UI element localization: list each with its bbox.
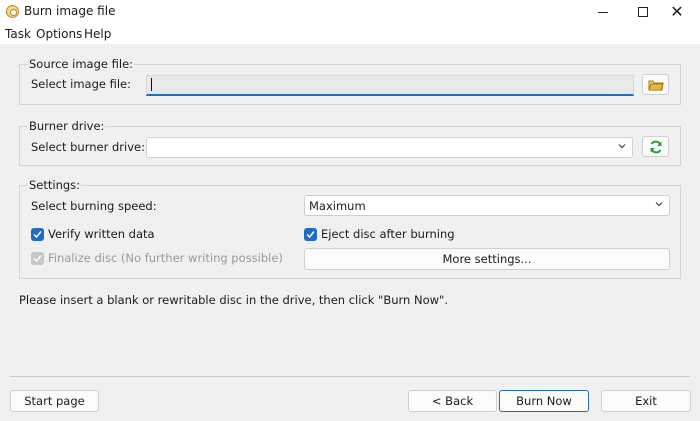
burn-now-button[interactable]: Burn Now <box>499 390 589 412</box>
title-bar: Burn image file ✕ <box>0 0 700 24</box>
close-icon: ✕ <box>670 2 684 21</box>
chevron-down-icon <box>618 144 626 149</box>
browse-image-button[interactable] <box>642 74 669 95</box>
start-page-button[interactable]: Start page <box>10 390 99 412</box>
finalize-disc-label: Finalize disc (No further writing possib… <box>48 251 283 265</box>
finalize-disc-checkbox: Finalize disc (No further writing possib… <box>31 251 283 265</box>
burning-speed-label: Select burning speed: <box>31 199 157 213</box>
close-button[interactable]: ✕ <box>654 0 700 24</box>
source-group-title: Source image file: <box>28 57 135 71</box>
folder-icon <box>647 80 664 90</box>
minimize-icon <box>598 11 608 13</box>
checkmark-icon <box>306 230 315 238</box>
checkbox-checked[interactable] <box>304 227 317 241</box>
back-button[interactable]: < Back <box>408 390 497 412</box>
burner-drive-select[interactable] <box>146 137 633 158</box>
eject-disc-label: Eject disc after burning <box>321 227 455 241</box>
checkmark-icon <box>33 254 42 262</box>
source-image-group: Source image file: Select image file: <box>19 57 681 105</box>
select-burner-label: Select burner drive: <box>31 140 145 154</box>
maximize-icon <box>638 7 648 17</box>
exit-button[interactable]: Exit <box>601 390 691 412</box>
footer-divider <box>10 376 690 377</box>
text-caret <box>151 78 152 91</box>
verify-data-label: Verify written data <box>48 227 155 241</box>
window-title: Burn image file <box>24 4 116 18</box>
chevron-down-icon <box>655 202 663 207</box>
verify-data-checkbox[interactable]: Verify written data <box>31 227 155 241</box>
image-file-input[interactable] <box>146 75 634 96</box>
eject-disc-checkbox[interactable]: Eject disc after burning <box>304 227 455 241</box>
disc-app-icon <box>6 5 19 18</box>
burner-group-title: Burner drive: <box>28 119 106 133</box>
menu-bar: Task Options Help <box>0 24 700 44</box>
checkbox-checked[interactable] <box>31 227 44 241</box>
menu-options[interactable]: Options <box>36 27 82 41</box>
menu-help[interactable]: Help <box>84 27 111 41</box>
burning-speed-value: Maximum <box>309 199 366 213</box>
burner-drive-group: Burner drive: Select burner drive: <box>19 119 681 166</box>
select-image-label: Select image file: <box>31 77 131 91</box>
more-settings-button[interactable]: More settings... <box>304 248 670 270</box>
settings-group-title: Settings: <box>28 178 82 192</box>
status-message: Please insert a blank or rewritable disc… <box>19 293 448 307</box>
menu-task[interactable]: Task <box>5 27 31 41</box>
checkbox-disabled <box>31 251 44 265</box>
refresh-drives-button[interactable] <box>642 136 669 157</box>
settings-group: Settings: Select burning speed: Maximum … <box>19 178 681 279</box>
refresh-icon <box>650 140 661 153</box>
checkmark-icon <box>33 230 42 238</box>
burning-speed-select[interactable]: Maximum <box>304 195 670 216</box>
